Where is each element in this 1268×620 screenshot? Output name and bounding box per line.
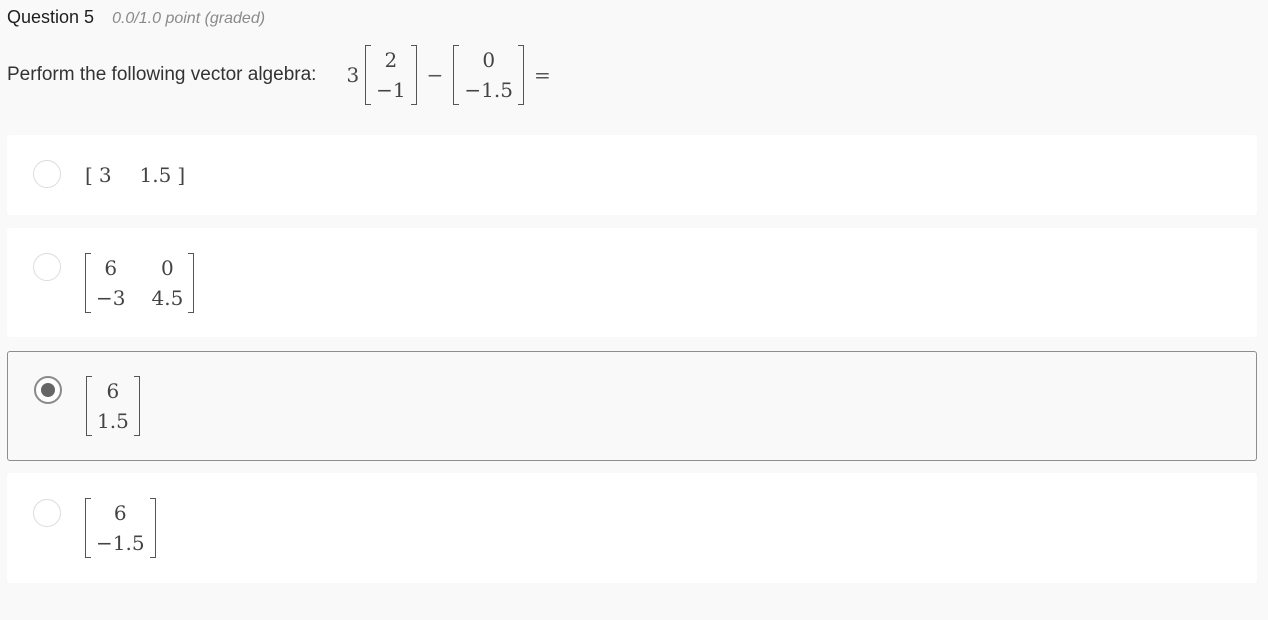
answer-option-selected[interactable]: 6 1.5 — [7, 351, 1257, 461]
radio-button[interactable] — [33, 160, 61, 188]
vector-a-cell: 2 — [384, 48, 398, 72]
equals-sign: = — [534, 63, 551, 87]
matrix-cell: 0 — [161, 256, 174, 280]
option-math: 6 0 −3 4.5 — [85, 253, 195, 313]
vector-b-cell: −1.5 — [464, 78, 513, 102]
answer-option[interactable]: 6 0 −3 4.5 — [7, 228, 1257, 337]
question-prompt: Perform the following vector algebra: 3 … — [7, 42, 561, 108]
question-header: Question 5 0.0/1.0 point (graded) — [7, 7, 265, 28]
matrix-cell: −1.5 — [96, 531, 145, 555]
matrix-cell: 6 — [104, 256, 118, 280]
question-title: Question 5 — [7, 7, 95, 27]
option-math: 6 −1.5 — [85, 498, 156, 558]
matrix-cell: 1.5 — [139, 163, 172, 187]
minus-sign: − — [426, 63, 444, 87]
option-math: 6 1.5 — [86, 376, 140, 436]
radio-button[interactable] — [33, 253, 61, 281]
option-math: [ 3 1.5 ] — [85, 163, 186, 187]
matrix-cell: 4.5 — [151, 286, 184, 310]
vector-expression: 3 2 −1 − 0 −1.5 = — [316, 45, 560, 105]
scalar: 3 — [346, 63, 360, 87]
answer-option[interactable]: 6 −1.5 — [7, 473, 1257, 583]
vector-b: 0 −1.5 — [453, 45, 524, 105]
radio-button[interactable] — [33, 499, 61, 527]
matrix-cell: 1.5 — [97, 409, 129, 433]
prompt-text: Perform the following vector algebra: — [7, 64, 317, 85]
radio-button-selected[interactable] — [34, 376, 62, 404]
vector-a: 2 −1 — [365, 45, 417, 105]
answer-option[interactable]: [ 3 1.5 ] — [7, 135, 1257, 215]
question-points: 0.0/1.0 point (graded) — [112, 10, 266, 27]
matrix-cell: −3 — [96, 286, 126, 310]
vector-a-cell: −1 — [376, 78, 406, 102]
matrix-cell: 6 — [113, 501, 127, 525]
vector-b-cell: 0 — [482, 48, 496, 72]
matrix-cell: 3 — [98, 163, 112, 187]
matrix-cell: 6 — [106, 379, 120, 403]
